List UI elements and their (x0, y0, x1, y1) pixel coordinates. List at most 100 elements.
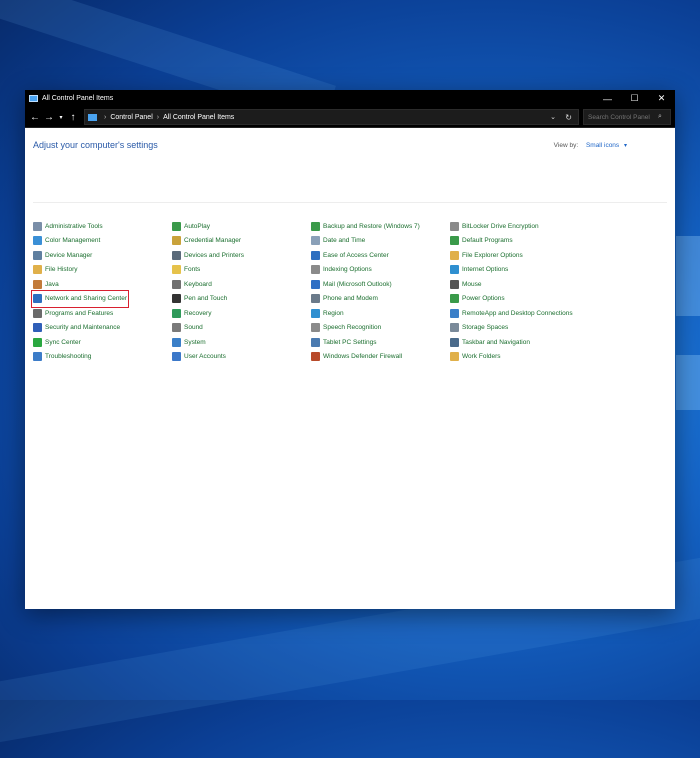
control-panel-item[interactable]: Phone and Modem (311, 292, 420, 307)
control-panel-item-label: Ease of Access Center (323, 251, 389, 259)
control-panel-item[interactable]: Sync Center (33, 335, 127, 350)
control-panel-item[interactable]: File Explorer Options (450, 248, 573, 263)
network-icon (33, 294, 42, 304)
control-panel-item[interactable]: Storage Spaces (450, 321, 573, 336)
control-panel-item[interactable]: Mouse (450, 277, 573, 292)
fonts-icon (172, 265, 181, 275)
search-icon: ⌕ (658, 113, 662, 120)
title-bar[interactable]: All Control Panel Items — ☐ ✕ (25, 90, 675, 107)
path-box[interactable]: › Control Panel › All Control Panel Item… (84, 109, 579, 125)
chevron-down-icon[interactable]: ▾ (624, 143, 627, 149)
control-panel-item-label: Internet Options (462, 266, 509, 274)
control-panel-item-label: RemoteApp and Desktop Connections (462, 309, 573, 317)
up-arrow-icon[interactable]: ↑ (66, 112, 80, 123)
breadcrumb-control-panel[interactable]: Control Panel (110, 114, 152, 121)
back-arrow-icon[interactable]: ← (28, 112, 42, 123)
control-panel-icon (29, 95, 38, 102)
control-panel-item-label: Color Management (45, 237, 101, 245)
region-icon (311, 308, 320, 318)
content-area: Adjust your computer's settings View by:… (25, 128, 675, 609)
items-column-1: Administrative Tools Color Management Devi… (30, 219, 130, 365)
printer-icon (172, 250, 181, 260)
breadcrumb-separator-icon: › (156, 113, 160, 121)
control-panel-item[interactable]: Color Management (33, 234, 127, 249)
control-panel-item[interactable]: Keyboard (172, 277, 244, 292)
minimize-button[interactable]: — (594, 90, 621, 107)
control-panel-item[interactable]: Region (311, 306, 420, 321)
programs-icon (33, 308, 42, 318)
firewall-icon (311, 352, 320, 362)
search-input[interactable] (588, 113, 658, 121)
control-panel-item[interactable]: Recovery (172, 306, 244, 321)
control-panel-item-label: Tablet PC Settings (323, 338, 377, 346)
address-dropdown-icon[interactable]: ⌄ (550, 113, 556, 121)
control-panel-item[interactable]: Taskbar and Navigation (450, 335, 573, 350)
wallpaper-window-tile (676, 355, 700, 410)
window-title: All Control Panel Items (42, 95, 114, 102)
java-icon (33, 279, 42, 289)
control-panel-item[interactable]: Programs and Features (33, 306, 127, 321)
control-panel-item[interactable]: RemoteApp and Desktop Connections (450, 306, 573, 321)
control-panel-item[interactable]: Sound (172, 321, 244, 336)
view-by: View by: Small icons ▾ (554, 142, 627, 149)
control-panel-item-label: Region (323, 309, 344, 317)
control-panel-item[interactable]: Fonts (172, 263, 244, 278)
control-panel-item-label: Sync Center (45, 338, 81, 346)
control-panel-item[interactable]: Network and Sharing Center (30, 289, 130, 308)
control-panel-item[interactable]: Default Programs (450, 234, 573, 249)
sound-icon (172, 323, 181, 333)
control-panel-item[interactable]: Pen and Touch (172, 292, 244, 307)
address-bar: ← → ▾ ↑ › Control Panel › All Control Pa… (25, 107, 675, 128)
control-panel-item[interactable]: User Accounts (172, 350, 244, 365)
control-panel-item[interactable]: Work Folders (450, 350, 573, 365)
breadcrumb-all-items[interactable]: All Control Panel Items (163, 114, 234, 121)
troubleshoot-icon (33, 352, 42, 362)
bitlocker-icon (450, 221, 459, 231)
control-panel-item-label: Power Options (462, 295, 505, 303)
control-panel-item[interactable]: File History (33, 263, 127, 278)
control-panel-item-label: Keyboard (184, 280, 212, 288)
tablet-icon (311, 337, 320, 347)
control-panel-item[interactable]: Devices and Printers (172, 248, 244, 263)
control-panel-item[interactable]: Administrative Tools (33, 219, 127, 234)
control-panel-item-label: Security and Maintenance (45, 324, 121, 332)
control-panel-item[interactable]: AutoPlay (172, 219, 244, 234)
search-box[interactable]: ⌕ (583, 109, 671, 125)
control-panel-item[interactable]: Ease of Access Center (311, 248, 420, 263)
control-panel-item[interactable]: Date and Time (311, 234, 420, 249)
control-panel-item[interactable]: Windows Defender Firewall (311, 350, 420, 365)
control-panel-window: All Control Panel Items — ☐ ✕ ← → ▾ ↑ › … (25, 90, 675, 609)
control-panel-item[interactable]: Device Manager (33, 248, 127, 263)
credential-icon (172, 236, 181, 246)
control-panel-item-label: Default Programs (462, 237, 513, 245)
control-panel-item[interactable]: Credential Manager (172, 234, 244, 249)
control-panel-item[interactable]: Backup and Restore (Windows 7) (311, 219, 420, 234)
control-panel-item[interactable]: Internet Options (450, 263, 573, 278)
color-management-icon (33, 236, 42, 246)
control-panel-item[interactable]: System (172, 335, 244, 350)
clock-icon (311, 236, 320, 246)
forward-arrow-icon[interactable]: → (42, 112, 56, 123)
items-column-3: Backup and Restore (Windows 7) Date and T… (311, 219, 420, 364)
control-panel-item[interactable]: Troubleshooting (33, 350, 127, 365)
control-panel-item-label: Work Folders (462, 353, 501, 361)
refresh-icon[interactable]: ↻ (565, 113, 572, 122)
control-panel-item[interactable]: Mail (Microsoft Outlook) (311, 277, 420, 292)
recent-locations-chevron-icon[interactable]: ▾ (56, 114, 66, 121)
control-panel-item[interactable]: Power Options (450, 292, 573, 307)
control-panel-item[interactable]: Indexing Options (311, 263, 420, 278)
view-by-dropdown[interactable]: Small icons (586, 142, 619, 149)
close-button[interactable]: ✕ (648, 90, 675, 107)
control-panel-item[interactable]: BitLocker Drive Encryption (450, 219, 573, 234)
control-panel-item[interactable]: Security and Maintenance (33, 321, 127, 336)
control-panel-item[interactable]: Tablet PC Settings (311, 335, 420, 350)
sync-icon (33, 337, 42, 347)
maximize-button[interactable]: ☐ (621, 90, 648, 107)
control-panel-item[interactable]: Speech Recognition (311, 321, 420, 336)
control-panel-item[interactable]: Java (33, 277, 127, 292)
keyboard-icon (172, 279, 181, 289)
indexing-icon (311, 265, 320, 275)
power-icon (450, 294, 459, 304)
control-panel-item-label: Programs and Features (45, 309, 114, 317)
control-panel-icon (88, 113, 97, 121)
